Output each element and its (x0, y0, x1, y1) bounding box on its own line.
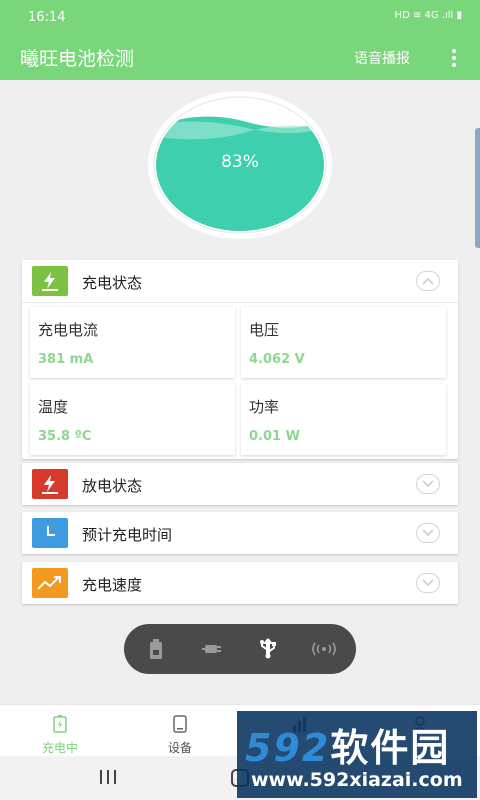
battery-charging-icon (53, 715, 67, 733)
charge-speed-title: 充电速度 (82, 576, 143, 594)
status-indicators: HD ≋ 4G .ıll ▮ (394, 10, 462, 21)
charging-bolt-icon (32, 266, 68, 296)
nav-item-charging[interactable]: 充电中 (20, 711, 100, 755)
estimated-time-card[interactable]: 预计充电时间 (22, 512, 458, 554)
app-bar: 曦旺电池检测 语音播报 (0, 36, 480, 80)
battery-gauge: 83% (147, 90, 333, 240)
chevron-down-icon[interactable] (416, 523, 440, 543)
watermark-text: 软件园 (330, 726, 451, 770)
wireless-icon[interactable] (312, 637, 336, 661)
device-icon (173, 715, 187, 733)
watermark-brand: 592软件园 (245, 717, 450, 772)
charging-status-header[interactable]: 充电状态 (22, 260, 458, 302)
chevron-down-icon[interactable] (416, 573, 440, 593)
chevron-down-icon[interactable] (416, 474, 440, 494)
usb-icon[interactable] (256, 637, 280, 661)
status-time: 16:14 (28, 10, 66, 25)
estimated-time-title: 预计充电时间 (82, 526, 173, 544)
chevron-up-icon[interactable] (416, 271, 440, 291)
plug-icon[interactable] (200, 637, 224, 661)
charging-mode-bar (124, 624, 356, 674)
metric-value: 381 mA (38, 352, 94, 367)
battery-icon[interactable] (144, 637, 168, 661)
recent-apps-icon[interactable] (98, 770, 118, 786)
discharge-status-title: 放电状态 (82, 477, 143, 495)
voice-broadcast-button[interactable]: 语音播报 (354, 48, 410, 68)
metric-label: 温度 (38, 398, 69, 416)
charging-metrics: 充电电流 381 mA 电压 4.062 V 温度 35.8 ºC 功率 0.0… (22, 302, 458, 459)
watermark-url: www.592xiazai.com (251, 769, 463, 791)
metric-voltage: 电压 4.062 V (241, 307, 446, 378)
metric-value: 0.01 W (249, 429, 300, 444)
metric-label: 电压 (249, 321, 280, 339)
metric-label: 充电电流 (38, 321, 99, 339)
site-watermark: 592软件园 www.592xiazai.com (237, 711, 477, 798)
metric-value: 35.8 ºC (38, 429, 92, 444)
metric-value: 4.062 V (249, 352, 305, 367)
discharge-status-header[interactable]: 放电状态 (22, 463, 458, 505)
estimated-time-header[interactable]: 预计充电时间 (22, 512, 458, 554)
more-options-icon[interactable] (442, 44, 466, 72)
charge-speed-card[interactable]: 充电速度 (22, 562, 458, 604)
metric-current: 充电电流 381 mA (30, 307, 235, 378)
nav-item-device[interactable]: 设备 (140, 711, 220, 755)
clock-icon (32, 518, 68, 548)
scroll-indicator[interactable] (475, 128, 480, 248)
charging-status-title: 充电状态 (82, 274, 143, 292)
battery-percent: 83% (221, 152, 259, 172)
nav-label-charging: 充电中 (41, 741, 78, 755)
metric-power: 功率 0.01 W (241, 384, 446, 455)
discharge-bolt-icon (32, 469, 68, 499)
metric-temperature: 温度 35.8 ºC (30, 384, 235, 455)
charging-status-card: 充电状态 充电电流 381 mA 电压 4.062 V 温度 35.8 ºC 功… (22, 260, 458, 459)
watermark-digits: 592 (245, 726, 331, 770)
trend-up-icon (32, 568, 68, 598)
app-title: 曦旺电池检测 (20, 48, 135, 70)
status-bar: 16:14 HD ≋ 4G .ıll ▮ (0, 0, 480, 36)
charge-speed-header[interactable]: 充电速度 (22, 562, 458, 604)
nav-label-device: 设备 (167, 741, 192, 755)
metric-label: 功率 (249, 398, 280, 416)
discharge-status-card[interactable]: 放电状态 (22, 463, 458, 505)
